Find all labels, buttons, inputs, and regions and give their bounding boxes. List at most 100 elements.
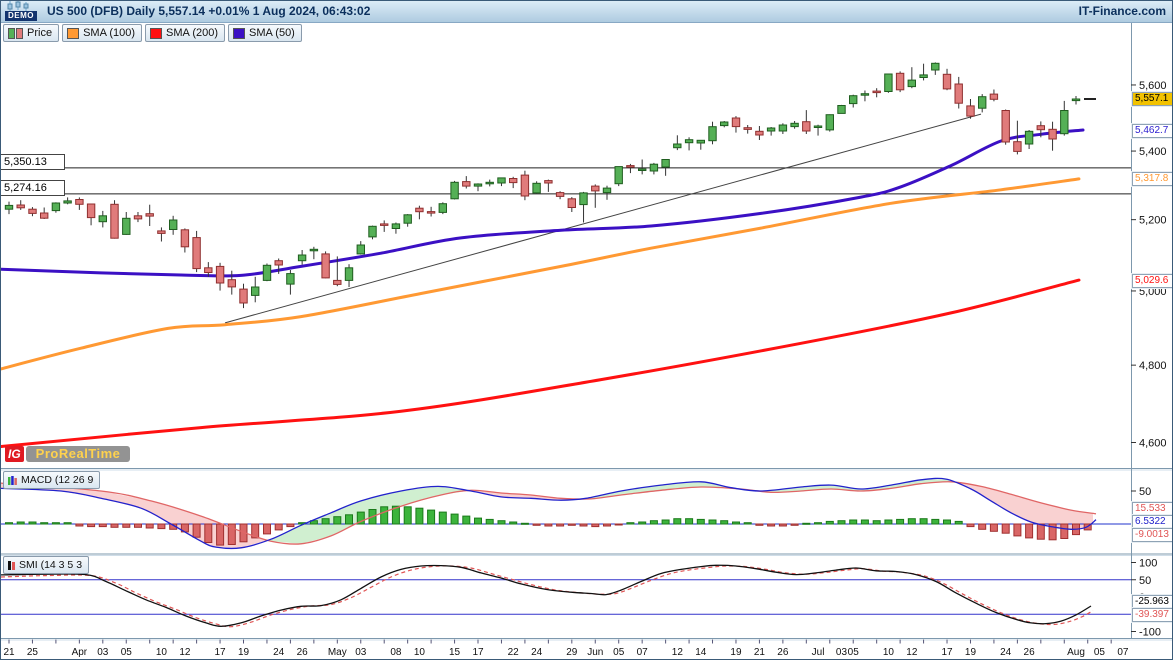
chart-surface[interactable]: 5,6005,4005,2005,0004,8004,60050100500-1… xyxy=(1,1,1173,660)
date-label: 24 xyxy=(531,647,543,658)
candle xyxy=(404,215,411,223)
macd-bar xyxy=(29,522,36,524)
legend-item-label: SMA (200) xyxy=(166,27,218,39)
macd-panel[interactable]: 50 xyxy=(1,478,1151,548)
date-label: 26 xyxy=(777,647,789,658)
macd-bar xyxy=(885,520,892,524)
legend-item-label: SMA (100) xyxy=(83,27,135,39)
macd-bar xyxy=(990,524,997,531)
candle xyxy=(392,224,399,229)
macd-bar xyxy=(111,524,118,527)
candle xyxy=(955,84,962,103)
candle xyxy=(662,160,669,168)
price-tick-label: 5,600 xyxy=(1139,80,1167,92)
date-label: 22 xyxy=(508,647,520,658)
candle xyxy=(580,193,587,205)
candle xyxy=(5,205,12,209)
candle xyxy=(439,204,446,213)
macd-bar xyxy=(756,524,763,525)
candle xyxy=(732,118,739,127)
macd-indicator-label[interactable]: MACD (12 26 9 xyxy=(3,471,100,489)
smi-line xyxy=(1,565,1091,626)
macd-bar xyxy=(76,524,83,526)
smi-panel[interactable]: 100500-100 xyxy=(1,558,1161,639)
macd-bar xyxy=(744,523,751,524)
legend-item-sma-200[interactable]: SMA (200) xyxy=(145,24,225,42)
candle xyxy=(17,205,24,208)
candle xyxy=(263,265,270,280)
date-label: 19 xyxy=(730,647,742,658)
axis-value-marker: 6.5322 xyxy=(1132,515,1173,529)
candle xyxy=(932,63,939,70)
axis-value-marker: -25.963 xyxy=(1132,595,1173,609)
candle xyxy=(87,204,94,218)
macd-bar xyxy=(709,520,716,524)
candle xyxy=(357,245,364,254)
macd-bar xyxy=(475,518,482,524)
date-label: Jun xyxy=(587,647,603,658)
legend-item-sma-50[interactable]: SMA (50) xyxy=(228,24,302,42)
date-label: 17 xyxy=(472,647,484,658)
hline-label-1[interactable]: 5,350.13 xyxy=(1,154,65,170)
date-label: 26 xyxy=(1024,647,1036,658)
price-panel[interactable] xyxy=(1,62,1131,446)
date-label: 12 xyxy=(672,647,684,658)
smi-indicator-label[interactable]: SMI (14 3 5 3 xyxy=(3,556,89,574)
macd-bar xyxy=(463,516,470,524)
candle xyxy=(627,166,634,168)
axis-value-marker: 5,462.7 xyxy=(1132,124,1173,138)
candle xyxy=(674,144,681,148)
candle xyxy=(990,94,997,99)
candle xyxy=(345,268,352,281)
date-label: 03 xyxy=(97,647,109,658)
candle xyxy=(64,201,71,203)
date-label: 03 xyxy=(355,647,367,658)
macd-label-text: MACD (12 26 9 xyxy=(21,474,93,486)
candle xyxy=(721,122,728,126)
macd-bar xyxy=(580,524,587,526)
macd-bar xyxy=(674,519,681,524)
axis-value-marker: 5,317.8 xyxy=(1132,172,1173,186)
macd-bar xyxy=(592,524,599,527)
price-tick-label: 5,200 xyxy=(1139,215,1167,227)
macd-bar xyxy=(768,524,775,526)
candle xyxy=(474,184,481,186)
candle xyxy=(41,213,48,218)
macd-tick-label: 50 xyxy=(1139,486,1151,498)
macd-bar xyxy=(439,512,446,524)
candle xyxy=(451,182,458,199)
macd-bar xyxy=(1061,524,1068,539)
macd-bar xyxy=(486,519,493,524)
macd-bar xyxy=(545,524,552,526)
date-label: 10 xyxy=(883,647,895,658)
date-label: 05 xyxy=(121,647,133,658)
candle xyxy=(322,254,329,278)
candle xyxy=(943,74,950,89)
legend-item-label: SMA (50) xyxy=(249,27,295,39)
legend-item-sma-100[interactable]: SMA (100) xyxy=(62,24,142,42)
brand-link[interactable]: IT-Finance.com xyxy=(1079,4,1166,18)
macd-bar xyxy=(908,519,915,524)
candle xyxy=(498,178,505,183)
time-axis[interactable]: 2125Apr0305101217192426May03081015172224… xyxy=(3,640,1128,659)
candle xyxy=(216,266,223,283)
candle xyxy=(486,182,493,184)
macd-bar xyxy=(193,524,200,537)
hline-label-2[interactable]: 5,274.16 xyxy=(1,180,65,196)
candle xyxy=(252,287,259,295)
candle xyxy=(369,226,376,237)
date-label: 10 xyxy=(156,647,168,658)
candle xyxy=(521,175,528,196)
candle xyxy=(334,280,341,284)
macd-bar xyxy=(123,524,130,527)
trend-line xyxy=(225,114,981,323)
date-label: 12 xyxy=(906,647,918,658)
chart-title: US 500 (DFB) Daily 5,557.14 +0.01% 1 Aug… xyxy=(47,4,370,18)
macd-bar xyxy=(404,507,411,524)
legend-item-price[interactable]: Price xyxy=(3,24,59,42)
macd-bar xyxy=(967,524,974,527)
candle xyxy=(861,94,868,96)
candle xyxy=(603,188,610,193)
macd-bar xyxy=(650,521,657,524)
sma-50-line xyxy=(1,130,1083,276)
